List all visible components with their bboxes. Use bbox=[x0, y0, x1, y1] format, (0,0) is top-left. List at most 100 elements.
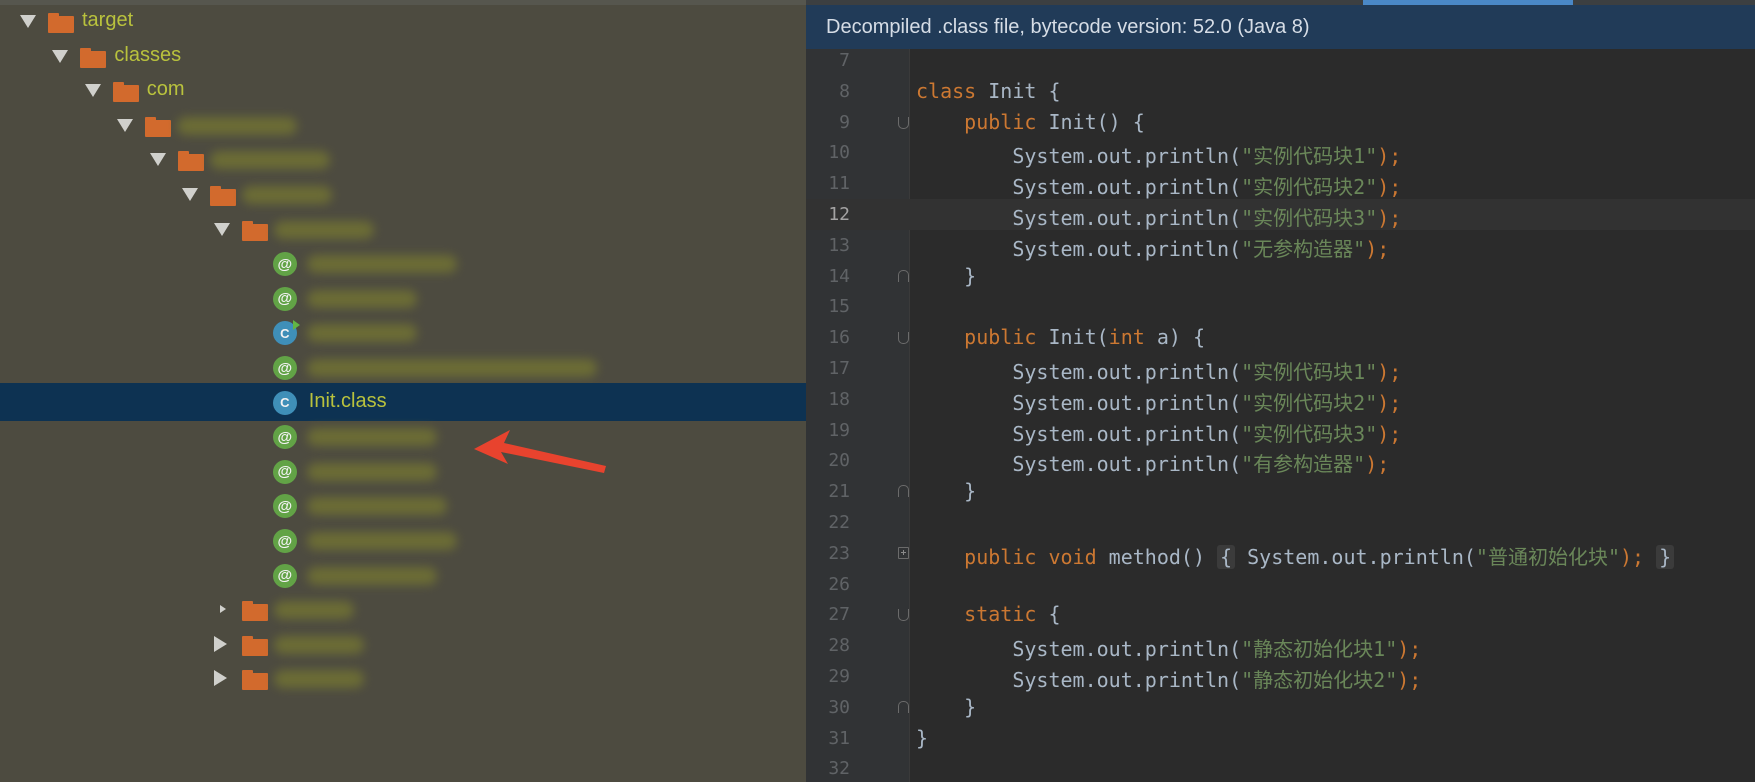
code-token: System.out.println( bbox=[916, 175, 1242, 200]
code-line[interactable]: 16 public Init(int a) { bbox=[806, 322, 1755, 353]
line-number: 12 bbox=[828, 204, 850, 225]
code-line[interactable]: 8 class Init { bbox=[806, 76, 1755, 107]
code-line[interactable]: 30 } bbox=[806, 692, 1755, 723]
code-line[interactable]: 10 System.out.println("实例代码块1"); bbox=[806, 137, 1755, 168]
annotation-file-icon: @ bbox=[272, 356, 297, 380]
expand-fold-icon[interactable] bbox=[898, 546, 909, 559]
code-line[interactable]: 27 static { bbox=[806, 599, 1755, 630]
expand-arrow-icon[interactable] bbox=[214, 635, 228, 652]
tree-item[interactable]: @ bbox=[0, 244, 806, 282]
collapse-arrow-icon[interactable] bbox=[182, 188, 198, 201]
code-text: static { bbox=[916, 602, 1060, 626]
code-line[interactable]: 18 System.out.println("实例代码块2"); bbox=[806, 384, 1755, 415]
code-line[interactable]: 29 System.out.println("静态初始化块2"); bbox=[806, 661, 1755, 692]
code-token: "无参构造器" bbox=[1241, 236, 1366, 261]
arrow-shape bbox=[474, 430, 606, 473]
code-token: } bbox=[916, 725, 929, 750]
code-token: ); bbox=[1397, 637, 1422, 662]
code-text: public Init(int a) { bbox=[916, 325, 1205, 349]
folded-brace[interactable]: } bbox=[1656, 544, 1675, 569]
code-token: class bbox=[916, 78, 977, 103]
line-number: 32 bbox=[828, 758, 850, 780]
code-line[interactable]: 31} bbox=[806, 723, 1755, 754]
folder-icon bbox=[80, 47, 107, 68]
folder-icon bbox=[145, 116, 172, 137]
tree-item[interactable]: C bbox=[0, 313, 806, 351]
redacted-label bbox=[274, 670, 365, 689]
code-line[interactable]: 13 System.out.println("无参构造器"); bbox=[806, 230, 1755, 261]
code-line[interactable]: 32 bbox=[806, 753, 1755, 782]
code-line[interactable]: 19 System.out.println("实例代码块3"); bbox=[806, 415, 1755, 446]
tree-item[interactable]: C Init.class bbox=[0, 382, 806, 421]
code-line[interactable]: 23 public void method() { System.out.pri… bbox=[806, 538, 1755, 569]
tree-item[interactable]: @ bbox=[0, 452, 806, 490]
fold-marker-icon[interactable] bbox=[898, 269, 909, 282]
collapse-arrow-icon[interactable] bbox=[84, 84, 101, 98]
code-text: } bbox=[916, 695, 976, 719]
class-file-icon: C bbox=[272, 320, 300, 346]
tree-item[interactable]: @ bbox=[0, 279, 806, 317]
code-token: System.out.println( bbox=[916, 144, 1242, 169]
code-line[interactable]: 12 System.out.println("实例代码块3"); bbox=[806, 199, 1755, 230]
fold-marker-icon[interactable] bbox=[898, 332, 909, 345]
tree-item[interactable]: @ bbox=[0, 486, 806, 524]
tree-item[interactable] bbox=[0, 106, 806, 144]
tree-item[interactable] bbox=[0, 590, 806, 628]
collapse-arrow-icon[interactable] bbox=[149, 153, 166, 167]
fold-marker-icon[interactable] bbox=[898, 609, 909, 622]
collapse-arrow-icon[interactable] bbox=[117, 118, 134, 132]
tree-item[interactable] bbox=[0, 625, 806, 663]
code-token: System.out.println( bbox=[916, 452, 1242, 477]
tree-item[interactable]: target bbox=[0, 2, 806, 40]
code-token: } bbox=[916, 694, 977, 719]
line-number: 14 bbox=[828, 265, 850, 287]
code-line[interactable]: 20 System.out.println("有参构造器"); bbox=[806, 445, 1755, 476]
tree-item[interactable] bbox=[0, 140, 806, 178]
annotation-file-icon: @ bbox=[272, 494, 297, 519]
annotation-file-icon: @ bbox=[272, 252, 297, 277]
redacted-label bbox=[306, 289, 417, 308]
code-line[interactable]: 21 } bbox=[806, 476, 1755, 507]
redacted-label bbox=[306, 566, 437, 585]
collapse-arrow-icon[interactable] bbox=[20, 15, 36, 28]
tree-item[interactable]: classes bbox=[0, 37, 806, 75]
fold-marker-icon[interactable] bbox=[898, 700, 909, 713]
run-marker-icon bbox=[292, 320, 300, 331]
code-line[interactable]: 15 bbox=[806, 291, 1755, 322]
collapse-arrow-icon[interactable] bbox=[214, 222, 231, 236]
line-number: 9 bbox=[839, 111, 850, 133]
code-line[interactable]: 26 bbox=[806, 569, 1755, 600]
code-line[interactable]: 22 bbox=[806, 507, 1755, 538]
annotation-file-icon: @ bbox=[272, 425, 297, 450]
tree-item[interactable]: com bbox=[0, 71, 806, 109]
tree-item[interactable]: @ bbox=[0, 521, 806, 559]
code-line[interactable]: 28 System.out.println("静态初始化块1"); bbox=[806, 630, 1755, 661]
line-number: 27 bbox=[828, 604, 850, 626]
code-token: Init { bbox=[976, 78, 1061, 103]
fold-marker-icon[interactable] bbox=[898, 485, 909, 498]
tree-item[interactable] bbox=[0, 175, 806, 213]
code-line[interactable]: 11 System.out.println("实例代码块2"); bbox=[806, 168, 1755, 199]
tree-item[interactable] bbox=[0, 210, 806, 248]
project-tree[interactable]: target classes com @ @ C @ C Init.class @ @ @ @ @ bbox=[0, 0, 806, 782]
folded-brace[interactable]: { bbox=[1217, 544, 1236, 569]
line-number: 30 bbox=[828, 696, 850, 718]
code-line[interactable]: 9 public Init() { bbox=[806, 107, 1755, 138]
tree-item[interactable]: @ bbox=[0, 417, 806, 455]
annotation-file-icon: @ bbox=[272, 529, 297, 553]
code-line[interactable]: 17 System.out.println("实例代码块1"); bbox=[806, 353, 1755, 384]
tree-item[interactable]: @ bbox=[0, 556, 806, 594]
line-number: 29 bbox=[828, 666, 850, 687]
expand-arrow-icon[interactable] bbox=[220, 605, 227, 614]
collapse-arrow-icon[interactable] bbox=[52, 49, 69, 63]
code-editor[interactable]: Decompiled .class file, bytecode version… bbox=[806, 0, 1755, 782]
code-token: } bbox=[916, 263, 977, 288]
folder-icon bbox=[242, 220, 269, 241]
fold-marker-icon[interactable] bbox=[898, 116, 909, 129]
tree-item[interactable]: @ bbox=[0, 348, 806, 386]
code-line[interactable]: 7 bbox=[806, 45, 1755, 76]
code-line[interactable]: 14 } bbox=[806, 261, 1755, 292]
expand-arrow-icon[interactable] bbox=[214, 670, 228, 687]
code-token: "有参构造器" bbox=[1241, 452, 1366, 477]
tree-item[interactable] bbox=[0, 659, 806, 697]
